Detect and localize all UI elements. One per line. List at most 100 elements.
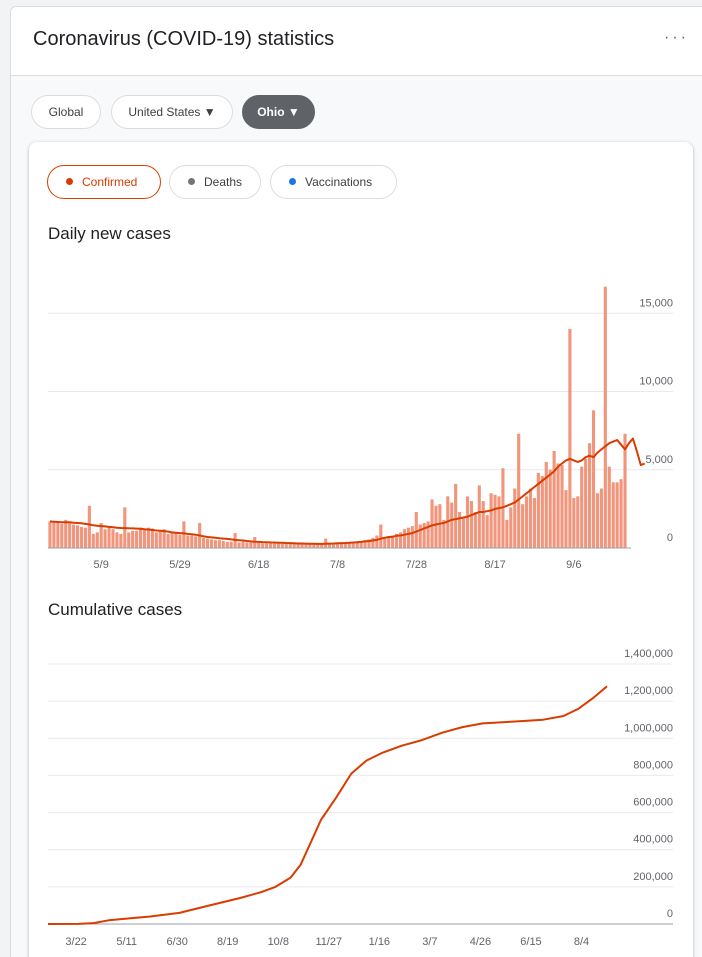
cumulative-y-tick-label: 800,000 [633,759,673,771]
daily-bar [142,529,147,548]
daily-bar [178,534,182,548]
cumulative-x-tick-label: 11/27 [315,936,342,948]
daily-bar [107,527,111,548]
daily-bar [241,541,245,548]
cumulative-x-tick-label: 3/22 [65,936,86,948]
metric-chip-deaths[interactable]: Deaths [169,165,261,199]
daily-x-tick-label: 8/17 [484,559,505,571]
daily-bar [150,528,154,548]
daily-bar [127,532,131,548]
more-options-icon[interactable]: ··· [664,29,689,47]
daily-bar [221,540,225,548]
confirmed-dot-icon [66,178,73,186]
cumulative-y-tick-label: 400,000 [633,834,673,846]
cumulative-y-tick-label: 200,000 [633,871,673,883]
daily-bar [489,493,493,548]
cumulative-chart-title: Cumulative cases [48,600,183,619]
daily-bar [79,526,84,548]
daily-x-tick-label: 6/18 [248,559,269,571]
daily-bar [572,497,576,548]
daily-bar [265,543,269,548]
metric-chip-confirmed[interactable]: Confirmed [47,165,161,199]
daily-bar [229,541,233,548]
daily-bar [493,494,497,548]
cumulative-line [47,685,608,925]
stats-panel: Confirmed Deaths Vaccinations Daily new … [29,142,693,957]
daily-bar [548,469,552,548]
daily-bar [276,543,280,548]
daily-y-tick-label: 10,000 [639,376,673,388]
daily-bar [410,526,414,548]
daily-bar [217,540,221,548]
daily-bar [174,532,178,548]
daily-bar [422,522,426,548]
daily-bar [154,532,158,548]
daily-bar [292,544,296,548]
vaccinations-dot-icon [289,178,296,186]
daily-bar [588,443,592,548]
daily-bar [135,530,139,548]
deaths-dot-icon [188,178,195,186]
daily-bar [304,544,308,548]
metric-chip-vaccinations[interactable]: Vaccinations [270,165,397,199]
metric-chip-label: Deaths [204,175,243,189]
daily-bar [481,501,485,548]
daily-bar [186,535,190,548]
daily-bar [182,521,186,548]
region-chip-global[interactable]: Global [31,95,101,129]
daily-bar [205,538,210,548]
region-chip-ohio[interactable]: Ohio ▼ [242,95,315,129]
daily-bar [465,496,470,548]
daily-bar [513,488,517,548]
cumulative-x-tick-label: 5/11 [116,936,137,948]
daily-bar [138,527,143,548]
daily-chart-title: Daily new cases [48,224,171,243]
daily-bar [568,328,572,548]
cumulative-y-tick-label: 0 [667,908,673,920]
daily-bar [595,493,600,548]
daily-bar [434,505,438,548]
daily-bar [257,542,261,548]
daily-bar [485,515,489,548]
daily-bar [261,543,265,548]
daily-bar [552,450,556,548]
daily-x-tick-label: 7/28 [406,559,427,571]
daily-bar [56,522,60,548]
daily-bar [209,539,214,548]
daily-bar [272,543,277,548]
daily-bar [91,533,95,548]
daily-y-tick-label: 15,000 [639,297,673,309]
daily-bar [528,488,533,548]
daily-bar [48,521,52,548]
cumulative-x-tick-label: 1/16 [369,936,390,948]
daily-bar [131,530,135,548]
covid-stats-card: Coronavirus (COVID-19) statistics ··· Gl… [10,6,702,957]
daily-bar [524,496,529,548]
daily-bar [402,529,407,548]
daily-bar [576,496,580,548]
daily-bar [599,488,603,548]
daily-bar [430,499,434,548]
daily-bar [103,529,107,548]
daily-bar [115,532,119,548]
region-chip-united-states[interactable]: United States ▼ [111,95,233,129]
cumulative-x-tick-label: 8/4 [574,936,589,948]
daily-bar [517,433,521,548]
daily-bar [300,543,304,548]
daily-bar [75,525,80,548]
daily-x-tick-label: 7/8 [330,559,345,571]
daily-bar [308,544,312,548]
cumulative-y-tick-label: 600,000 [633,797,673,809]
daily-bar [591,410,596,548]
daily-bar [477,485,481,548]
daily-bar [603,286,607,548]
daily-bar [564,490,568,548]
cumulative-x-tick-label: 3/7 [422,936,437,948]
daily-y-tick-label: 5,000 [645,454,673,466]
daily-bar [544,461,548,548]
daily-bar [497,496,501,548]
daily-bar [450,502,454,548]
daily-bar [406,527,410,548]
cumulative-y-tick-label: 1,400,000 [624,648,673,660]
cumulative-y-tick-label: 1,000,000 [624,722,673,734]
